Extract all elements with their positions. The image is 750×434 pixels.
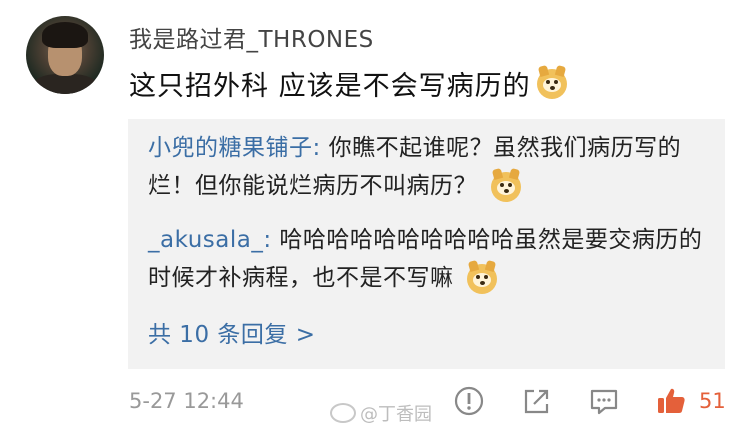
avatar-shoulders <box>32 74 98 94</box>
username[interactable]: 我是路过君_THRONES <box>129 20 374 54</box>
avatar-hair <box>42 22 88 48</box>
comment-content: 这只招外科 应该是不会写病历的 <box>129 64 567 103</box>
comment-text: 这只招外科 应该是不会写病历的 <box>129 71 531 102</box>
comment-icon[interactable] <box>587 384 621 418</box>
more-replies-link[interactable]: 共 10 条回复 > <box>148 315 315 349</box>
doge-emoji <box>536 64 567 99</box>
share-icon[interactable] <box>520 384 554 418</box>
reply-nick[interactable]: _akusala_ <box>148 227 263 253</box>
doge-emoji <box>490 167 521 202</box>
reply-separator: : <box>263 227 280 253</box>
like-icon[interactable] <box>654 384 688 418</box>
reply-separator: : <box>312 135 329 161</box>
report-icon[interactable] <box>452 384 486 418</box>
like-count: 51 <box>699 389 726 413</box>
doge-emoji <box>467 259 498 294</box>
reply-item[interactable]: _akusala_: 哈哈哈哈哈哈哈哈哈哈虽然是要交病历的时候才补病程，也不是不… <box>148 221 708 297</box>
avatar[interactable] <box>26 16 104 94</box>
reply-nick[interactable]: 小兜的糖果铺子 <box>148 135 313 161</box>
reply-item[interactable]: 小兜的糖果铺子: 你瞧不起谁呢？虽然我们病历写的烂！但你能说烂病历不叫病历？ <box>148 129 708 205</box>
action-bar <box>0 384 750 420</box>
reply-box[interactable]: 小兜的糖果铺子: 你瞧不起谁呢？虽然我们病历写的烂！但你能说烂病历不叫病历？ _… <box>128 119 725 369</box>
